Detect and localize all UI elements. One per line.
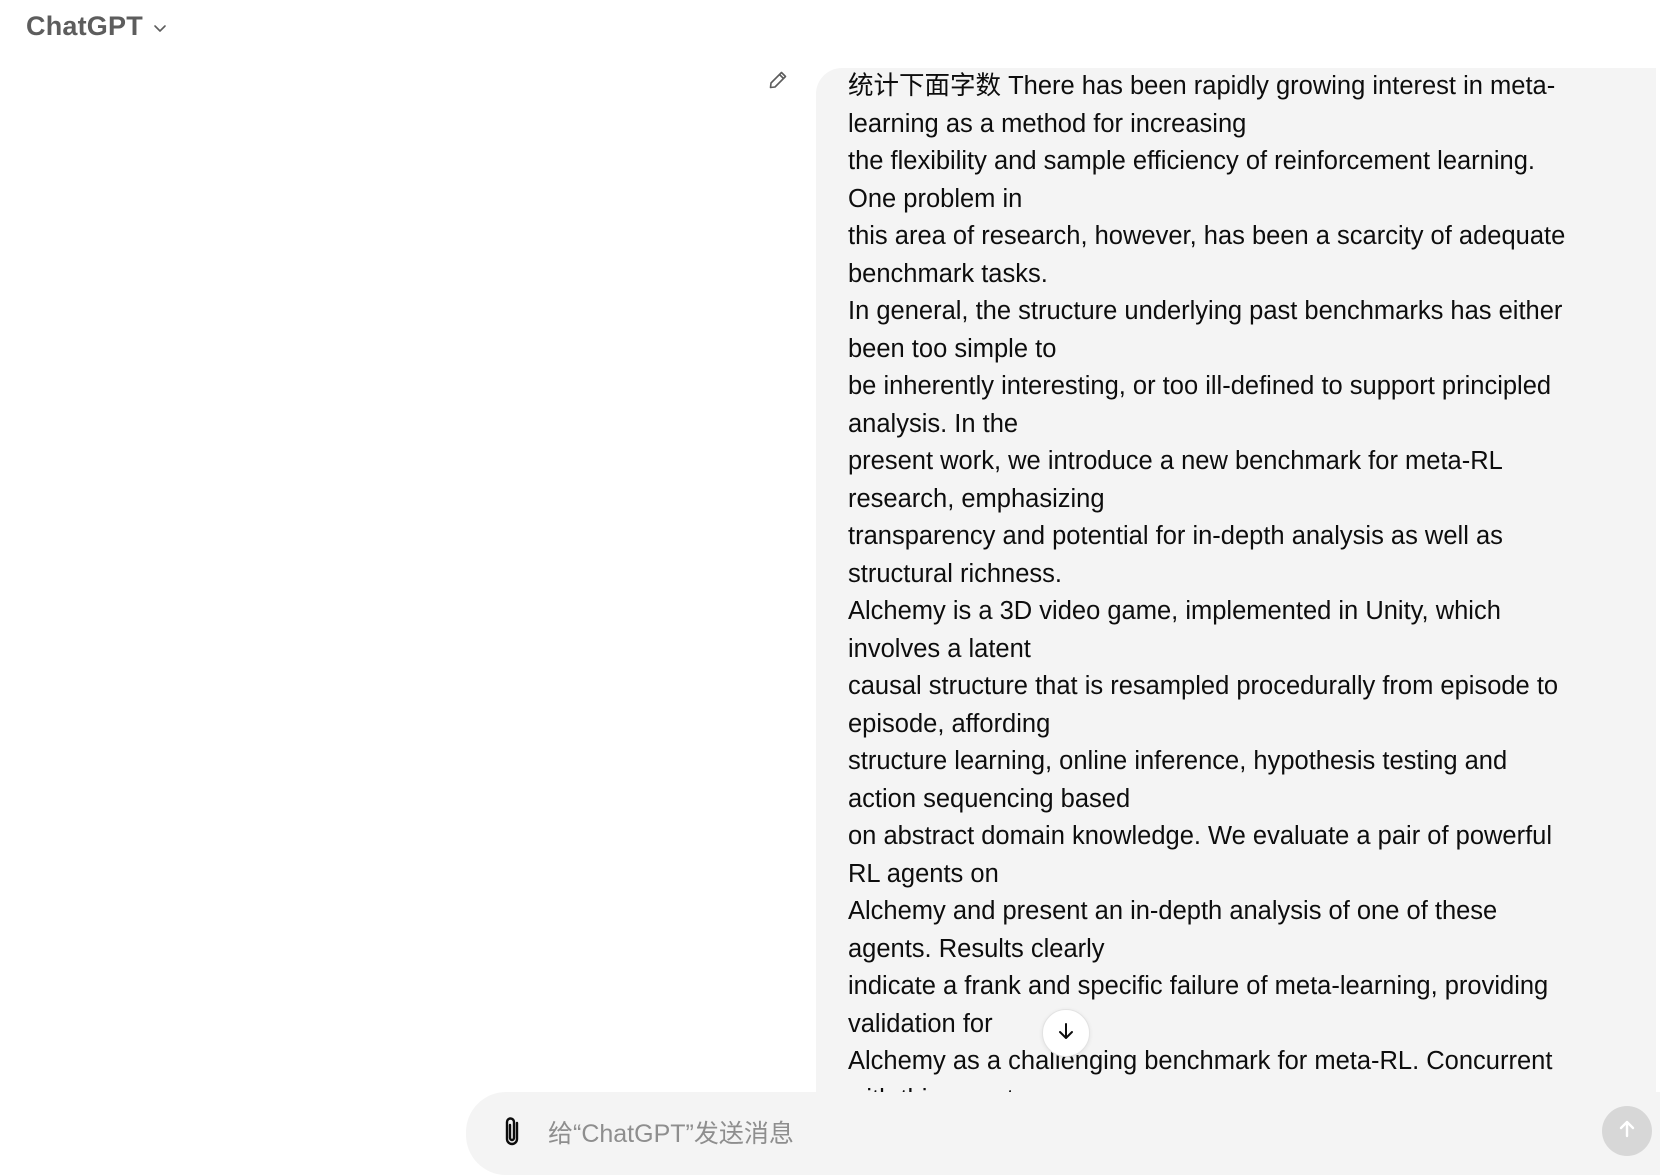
- send-button[interactable]: [1602, 1106, 1652, 1156]
- arrow-down-icon: [1054, 1019, 1078, 1047]
- message-line: One problem in: [848, 184, 1023, 213]
- message-line: structural richness.: [848, 559, 1062, 588]
- message-line: validation for: [848, 1009, 993, 1038]
- message-line: been too simple to: [848, 334, 1057, 363]
- message-line: with this report,: [848, 1081, 1638, 1093]
- message-line: Alchemy is a 3D video game, implemented …: [848, 597, 1501, 625]
- edit-message-button[interactable]: [762, 66, 794, 98]
- attach-file-button[interactable]: [492, 1112, 532, 1156]
- message-line: Alchemy and present an in-depth analysis…: [848, 897, 1498, 925]
- message-line: involves a latent: [848, 634, 1031, 663]
- message-line: transparency and potential for in-depth …: [848, 522, 1503, 550]
- message-line: this area of research, however, has been…: [848, 222, 1566, 250]
- message-line: causal structure that is resampled proce…: [848, 672, 1559, 700]
- message-line: 统计下面字数 There has been rapidly growing in…: [848, 72, 1556, 100]
- message-input[interactable]: [546, 1108, 1530, 1160]
- message-line: agents. Results clearly: [848, 934, 1105, 963]
- message-line: research, emphasizing: [848, 484, 1105, 513]
- message-line: RL agents on: [848, 859, 999, 888]
- paperclip-icon: [498, 1114, 526, 1154]
- message-line: benchmark tasks.: [848, 259, 1048, 288]
- model-name: ChatGPT: [26, 10, 143, 41]
- chevron-down-icon: [151, 19, 169, 37]
- message-line: present work, we introduce a new benchma…: [848, 447, 1503, 475]
- message-line: analysis. In the: [848, 409, 1019, 438]
- message-line: action sequencing based: [848, 784, 1131, 813]
- scroll-to-bottom-button[interactable]: [1042, 1009, 1090, 1057]
- message-line: the flexibility and sample efficiency of…: [848, 147, 1535, 175]
- message-line: structure learning, online inference, hy…: [848, 747, 1508, 775]
- message-line: be inherently interesting, or too ill-de…: [848, 372, 1552, 400]
- message-line: episode, affording: [848, 709, 1051, 738]
- chat-page: ChatGPT 统计下面字数 There has been rapidly gr…: [0, 0, 1660, 1175]
- user-message-text: 统计下面字数 There has been rapidly growing in…: [848, 68, 1638, 1092]
- message-line: learning as a method for increasing: [848, 109, 1247, 138]
- model-selector[interactable]: ChatGPT: [26, 6, 169, 46]
- message-line: In general, the structure underlying pas…: [848, 297, 1563, 325]
- pencil-icon: [766, 68, 790, 96]
- user-message-bubble: 统计下面字数 There has been rapidly growing in…: [816, 68, 1656, 1092]
- message-composer: [466, 1092, 1660, 1175]
- message-line: indicate a frank and specific failure of…: [848, 972, 1549, 1000]
- arrow-up-icon: [1615, 1117, 1639, 1145]
- message-line: Alchemy as a challenging benchmark for m…: [848, 1047, 1553, 1075]
- message-line: on abstract domain knowledge. We evaluat…: [848, 822, 1553, 850]
